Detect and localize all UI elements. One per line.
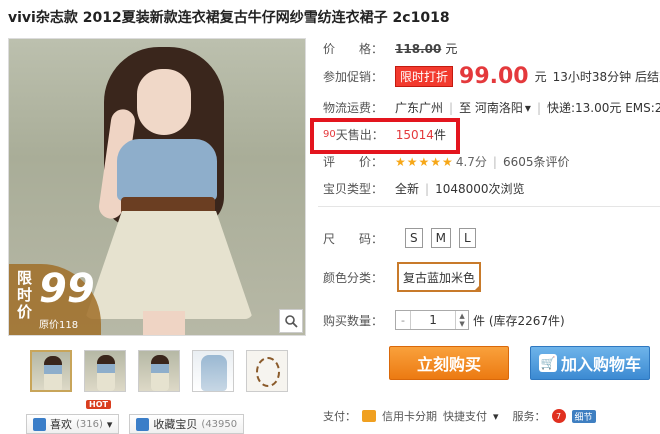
payment-row: 支付： 信用卡分期 快捷支付 ▾ 服务： 7 细节 bbox=[323, 408, 596, 424]
color-row: 颜色分类： 复古蓝加米色 bbox=[323, 262, 482, 292]
zoom-icon[interactable] bbox=[279, 309, 303, 333]
thumbnail-2[interactable] bbox=[84, 350, 126, 392]
sales-count: 15014 bbox=[395, 127, 434, 142]
countdown: 13小时38分钟 后结束 bbox=[552, 70, 660, 84]
quantity-row: 购买数量： - 1 ▲ ▼ 件 (库存2267件) bbox=[323, 310, 565, 330]
sales-days: 90 bbox=[323, 129, 336, 140]
quantity-arrows[interactable]: ▲ ▼ bbox=[456, 312, 468, 328]
condition-value: 全新 bbox=[395, 182, 420, 196]
limited-price-badge: 限 时 价 99 原价118 bbox=[9, 264, 101, 335]
size-option-l[interactable]: L bbox=[459, 228, 476, 248]
credit-card-icon bbox=[362, 410, 376, 422]
review-count[interactable]: 6605条评价 bbox=[503, 153, 570, 170]
quick-pay[interactable]: 快捷支付 bbox=[443, 408, 487, 424]
promo-price: 99.00 bbox=[459, 64, 529, 89]
bottom-actions: 喜欢 (316) ▾ 收藏宝贝 (43950 bbox=[26, 414, 245, 434]
price-row: 价 格： 118.00 元 bbox=[323, 41, 458, 57]
cart-icon: 🛒 bbox=[538, 354, 557, 372]
thumbnail-1[interactable] bbox=[30, 350, 72, 392]
main-product-image[interactable]: 限 时 价 99 原价118 bbox=[8, 38, 306, 336]
ship-to[interactable]: 至 河南洛阳 bbox=[459, 99, 523, 116]
badge-price: 99 bbox=[39, 266, 95, 312]
badge-original-price: 原价118 bbox=[39, 320, 79, 331]
star-icon bbox=[136, 417, 150, 431]
hot-badge: HOT bbox=[86, 400, 111, 409]
ship-from: 广东广州 bbox=[395, 101, 444, 115]
shipping-row: 物流运费： 广东广州 | 至 河南洛阳 ▾ | 快递:13.00元 EMS:25… bbox=[323, 99, 660, 116]
promo-tag: 限时打折 bbox=[395, 66, 454, 87]
size-row: 尺 码： S M L bbox=[323, 228, 484, 248]
thumbnail-strip bbox=[30, 350, 288, 392]
thumbnail-5[interactable] bbox=[246, 350, 288, 392]
quantity-stepper[interactable]: - 1 ▲ ▼ bbox=[395, 310, 470, 330]
credit-installment[interactable]: 信用卡分期 bbox=[382, 408, 437, 424]
favorite-button[interactable]: 收藏宝贝 (43950 bbox=[129, 414, 245, 434]
size-option-s[interactable]: S bbox=[405, 228, 423, 248]
size-option-m[interactable]: M bbox=[430, 228, 451, 248]
color-option-selected[interactable]: 复古蓝加米色 bbox=[397, 262, 482, 292]
rating-stars: ★★★★★ bbox=[395, 154, 454, 169]
service-seven-day-icon: 7 bbox=[551, 409, 566, 423]
chevron-down-icon[interactable]: ▾ bbox=[525, 101, 531, 115]
thumbnail-3[interactable] bbox=[138, 350, 180, 392]
detail-tag[interactable]: 细节 bbox=[571, 409, 596, 423]
divider bbox=[318, 206, 660, 207]
rating-score: 4.7分 bbox=[455, 155, 487, 169]
chevron-down-icon: ▾ bbox=[106, 417, 113, 431]
stock-info: 件 (库存2267件) bbox=[473, 313, 565, 328]
product-title: vivi杂志款 2012夏装新款连衣裙复古牛仔网纱雪纺连衣裙子 2c1018 bbox=[8, 10, 450, 26]
add-to-cart-button[interactable]: 🛒 加入购物车 bbox=[530, 346, 650, 380]
buy-now-button[interactable]: 立刻购买 bbox=[389, 346, 509, 380]
quantity-minus-button[interactable]: - bbox=[396, 314, 410, 327]
view-count: 1048000次浏览 bbox=[435, 182, 525, 196]
condition-row: 宝贝类型： 全新 | 1048000次浏览 bbox=[323, 181, 525, 197]
rating-row: 评 价： ★★★★★ 4.7分 | 6605条评价 bbox=[323, 153, 570, 170]
thumbnail-4[interactable] bbox=[192, 350, 234, 392]
chevron-down-icon[interactable]: ▾ bbox=[493, 410, 499, 423]
like-button[interactable]: 喜欢 (316) ▾ bbox=[26, 414, 120, 434]
promo-row: 参加促销： 限时打折 99.00 元 13小时38分钟 后结束 bbox=[323, 64, 660, 89]
heart-icon bbox=[33, 417, 46, 431]
sales-row: 90 天售出： 15014 件 bbox=[323, 127, 446, 143]
ship-fees: 快递:13.00元 EMS:25.00 bbox=[546, 101, 660, 115]
original-price: 118.00 bbox=[395, 41, 442, 56]
quantity-input[interactable]: 1 bbox=[410, 311, 457, 329]
